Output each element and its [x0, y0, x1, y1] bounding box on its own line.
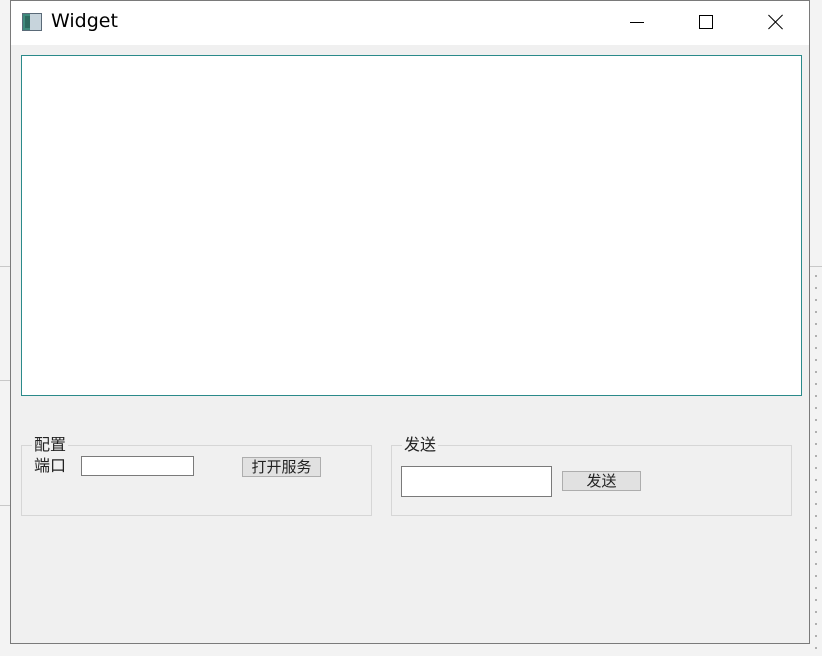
background-divider: [0, 380, 10, 381]
maximize-button[interactable]: [683, 1, 729, 45]
minimize-button[interactable]: [614, 1, 660, 45]
title-bar[interactable]: Widget: [11, 1, 809, 45]
background-divider: [810, 266, 822, 267]
port-label: 端口: [34, 456, 67, 475]
main-window: Widget 配置 端口 打开服务 发送 发送: [10, 0, 810, 644]
config-group-title: 配置: [32, 435, 69, 455]
send-groupbox: 发送 发送: [391, 435, 792, 516]
window-title: Widget: [51, 10, 118, 32]
port-input[interactable]: [81, 456, 194, 476]
close-icon: [768, 14, 784, 30]
maximize-icon: [699, 15, 713, 29]
close-button[interactable]: [753, 1, 799, 45]
send-group-title: 发送: [402, 435, 439, 455]
app-window-icon: [22, 13, 42, 31]
background-divider: [0, 505, 10, 506]
send-message-input[interactable]: [401, 466, 552, 497]
background-grid-dots: [810, 270, 822, 650]
open-service-button[interactable]: 打开服务: [242, 457, 321, 477]
message-display-area[interactable]: [21, 55, 802, 396]
config-groupbox: 配置 端口 打开服务: [21, 435, 372, 516]
send-button[interactable]: 发送: [562, 471, 641, 491]
background-divider: [0, 266, 10, 267]
minimize-icon: [630, 22, 644, 23]
